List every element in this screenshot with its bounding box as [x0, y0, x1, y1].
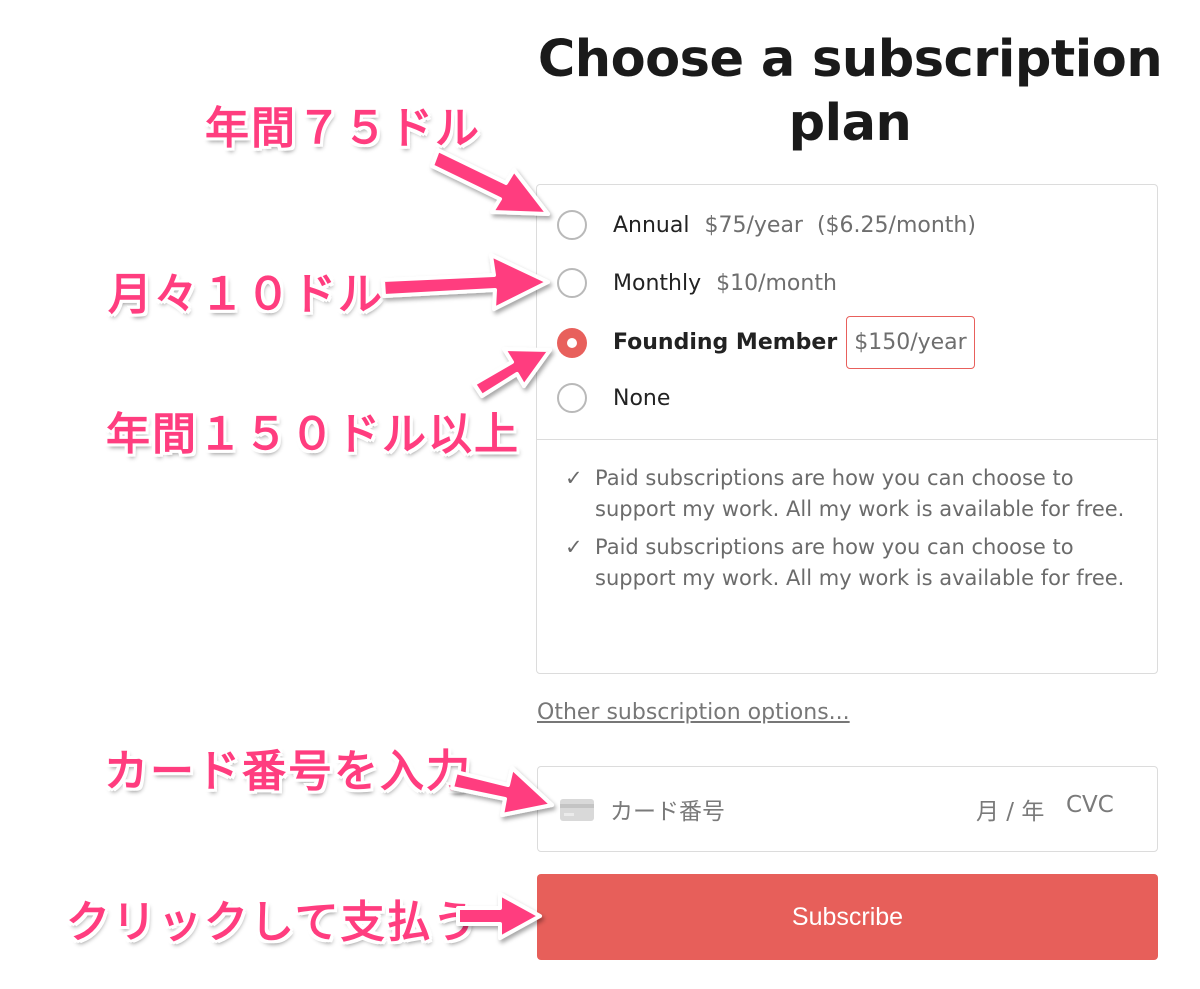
plan-card: Annual $75/year ($6.25/month) Monthly $1…: [536, 184, 1158, 674]
plan-name: Monthly: [613, 270, 702, 296]
radio-annual[interactable]: [557, 210, 587, 240]
card-cvc-input[interactable]: CVC: [1066, 792, 1114, 818]
card-expiry-input[interactable]: 月 / 年: [976, 792, 1044, 826]
checkmark-icon: ✓: [565, 466, 583, 490]
annotation-founding-member: 年間１５０ドル以上: [106, 409, 520, 460]
plan-option-annual[interactable]: Annual $75/year ($6.25/month): [557, 205, 976, 245]
radio-none[interactable]: [557, 383, 587, 413]
benefit-text: Paid subscriptions are how you can choos…: [595, 466, 1125, 521]
card-number-input[interactable]: カード番号: [610, 792, 725, 826]
checkmark-icon: ✓: [565, 535, 583, 559]
plan-price-monthly-equivalent: ($6.25/month): [816, 212, 976, 238]
page-title: Choose a subscription plan: [537, 30, 1163, 153]
plan-option-none[interactable]: None: [557, 378, 670, 418]
annotation-subscribe: クリックして支払う: [66, 897, 479, 948]
plan-option-founding-member[interactable]: Founding Member $150/year: [557, 316, 975, 369]
benefit-item: ✓ Paid subscriptions are how you can cho…: [565, 532, 1135, 594]
plan-option-monthly[interactable]: Monthly $10/month: [557, 263, 837, 303]
benefits-list: ✓ Paid subscriptions are how you can cho…: [565, 463, 1135, 601]
benefit-item: ✓ Paid subscriptions are how you can cho…: [565, 463, 1135, 525]
plan-price: $10/month: [716, 270, 837, 296]
benefit-text: Paid subscriptions are how you can choos…: [595, 535, 1125, 590]
credit-card-icon: [560, 799, 594, 821]
annotation-card-number: カード番号を入力: [104, 746, 472, 797]
arrow-monthly-icon: [381, 253, 550, 311]
plan-name: Annual: [613, 212, 690, 238]
arrow-annual-icon: [430, 148, 550, 216]
plan-name: None: [613, 385, 671, 411]
annotation-monthly: 月々１０ドル: [108, 269, 384, 320]
plan-options: Annual $75/year ($6.25/month) Monthly $1…: [537, 185, 1157, 440]
radio-founding-member[interactable]: [557, 327, 587, 358]
annotation-annual: 年間７５ドル: [205, 103, 481, 154]
other-subscription-options-link[interactable]: Other subscription options...: [537, 700, 850, 725]
plan-price: $75/year: [704, 212, 803, 238]
subscribe-button[interactable]: Subscribe: [537, 874, 1158, 960]
card-input-field[interactable]: カード番号 月 / 年 CVC: [537, 766, 1158, 852]
plan-price-input[interactable]: $150/year: [846, 316, 975, 369]
radio-monthly[interactable]: [557, 268, 587, 298]
plan-name: Founding Member: [613, 330, 838, 355]
